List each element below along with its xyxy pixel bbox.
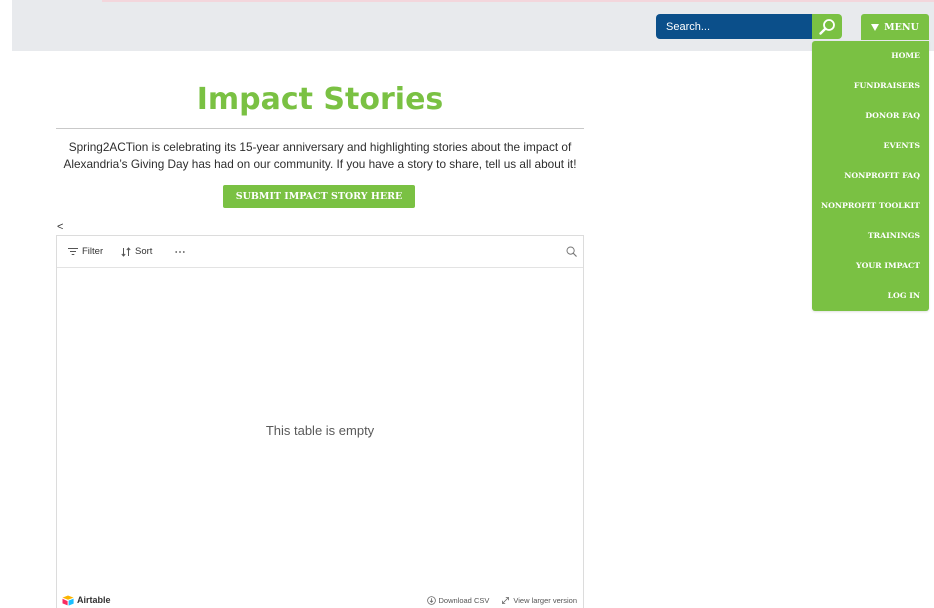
dropdown-menu: HOME FUNDRAISERS DONOR FAQ EVENTS NONPRO…: [812, 41, 929, 311]
menu-item-nonprofit-faq[interactable]: NONPROFIT FAQ: [812, 161, 929, 191]
airtable-embed: Filter Sort This table is empty Airtable…: [56, 235, 584, 608]
sort-icon: [121, 246, 131, 257]
filter-icon: [68, 248, 78, 255]
menu-item-log-in[interactable]: LOG IN: [812, 281, 929, 311]
search-input[interactable]: [656, 14, 812, 39]
page-title: Impact Stories: [196, 82, 444, 117]
download-icon: [426, 595, 436, 605]
title-divider: [56, 128, 584, 129]
empty-state-text: This table is empty: [265, 422, 375, 438]
airtable-brand-label: Airtable: [77, 595, 111, 605]
airtable-footer: Airtable Download CSV View larger versio…: [57, 592, 583, 608]
menu-button[interactable]: MENU: [861, 14, 929, 40]
table-search-button[interactable]: [566, 236, 577, 267]
airtable-brand-link[interactable]: Airtable: [62, 595, 111, 606]
footer-actions: Download CSV View larger version: [426, 595, 577, 605]
sort-label: Sort: [135, 246, 153, 257]
download-csv-link[interactable]: Download CSV: [426, 595, 490, 605]
submit-impact-story-button[interactable]: SUBMIT IMPACT STORY HERE: [223, 185, 415, 208]
menu-item-trainings[interactable]: TRAININGS: [812, 221, 929, 251]
sort-button[interactable]: Sort: [121, 236, 152, 267]
menu-item-fundraisers[interactable]: FUNDRAISERS: [812, 71, 929, 101]
intro-text: Spring2ACTion is celebrating its 15-year…: [63, 140, 577, 171]
expand-icon: [502, 596, 510, 604]
caret-down-icon: [871, 23, 880, 31]
menu-button-label: MENU: [884, 21, 919, 33]
back-link[interactable]: <: [57, 220, 63, 234]
download-csv-label: Download CSV: [438, 595, 490, 605]
menu-item-donor-faq[interactable]: DONOR FAQ: [812, 101, 929, 131]
search-button[interactable]: [812, 14, 842, 39]
menu-item-home[interactable]: HOME: [812, 41, 929, 71]
more-options-button[interactable]: [175, 236, 185, 267]
more-icon: [175, 250, 185, 253]
menu-item-your-impact[interactable]: YOUR IMPACT: [812, 251, 929, 281]
table-body: This table is empty: [57, 268, 583, 592]
menu-item-nonprofit-toolkit[interactable]: NONPROFIT TOOLKIT: [812, 191, 929, 221]
filter-label: Filter: [82, 246, 104, 257]
search-icon: [566, 246, 577, 257]
search-icon: [819, 18, 835, 35]
menu-item-events[interactable]: EVENTS: [812, 131, 929, 161]
filter-button[interactable]: Filter: [68, 236, 103, 267]
airtable-toolbar: Filter Sort: [57, 236, 583, 268]
airtable-logo-icon: [62, 595, 74, 606]
view-larger-link[interactable]: View larger version: [501, 596, 577, 605]
view-larger-label: View larger version: [513, 595, 577, 605]
top-accent-bar: [102, 0, 934, 2]
